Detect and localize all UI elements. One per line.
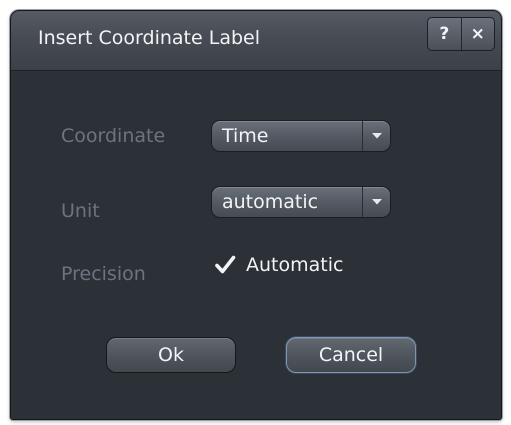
dialog-window: Insert Coordinate Label ? × Coordinate T… (10, 10, 502, 420)
unit-value: automatic (222, 191, 319, 213)
precision-checkbox-label: Automatic (246, 254, 344, 276)
title-bar[interactable]: Insert Coordinate Label ? × (11, 11, 501, 71)
close-icon: × (470, 24, 485, 44)
help-button[interactable]: ? (428, 18, 461, 50)
dialog-title: Insert Coordinate Label (38, 27, 260, 49)
checkmark-icon (214, 254, 236, 276)
unit-dropdown[interactable]: automatic (211, 186, 391, 218)
close-button[interactable]: × (460, 18, 495, 50)
title-buttons: ? × (427, 17, 495, 51)
dialog-body: Coordinate Time Unit automatic Precision… (11, 72, 501, 419)
coordinate-value: Time (222, 125, 269, 147)
chevron-down-icon (362, 187, 390, 217)
ok-button[interactable]: Ok (106, 337, 236, 373)
chevron-down-icon (362, 121, 390, 151)
unit-label: Unit (61, 200, 100, 222)
cancel-button[interactable]: Cancel (286, 337, 416, 373)
coordinate-dropdown[interactable]: Time (211, 120, 391, 152)
question-icon: ? (439, 24, 450, 44)
precision-label: Precision (61, 263, 146, 285)
coordinate-label: Coordinate (61, 125, 166, 147)
precision-automatic-checkbox[interactable]: Automatic (214, 254, 343, 276)
